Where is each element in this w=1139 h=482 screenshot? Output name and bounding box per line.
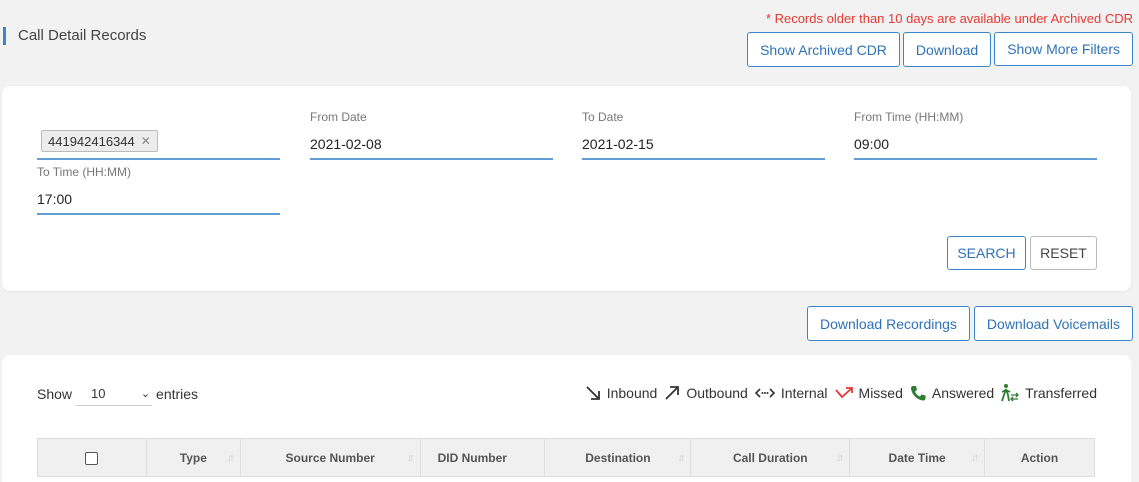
chip-remove-icon[interactable]: ✕: [141, 134, 151, 148]
table-header-row: Type ↓↑ Source Number ↓↑ DID Number Destin…: [37, 438, 1095, 477]
legend-outbound: Outbound: [663, 384, 748, 402]
to-time-field[interactable]: To Time (HH:MM) 17:00: [37, 165, 280, 215]
filter-panel: 441942416344 ✕ From Date 2021-02-08 To D…: [2, 86, 1131, 291]
to-date-value: 2021-02-15: [582, 136, 654, 152]
column-call-duration[interactable]: Call Duration ↓↑: [690, 438, 851, 477]
from-date-field[interactable]: From Date 2021-02-08: [310, 110, 553, 160]
missed-call-icon: [834, 387, 853, 399]
to-time-label: To Time (HH:MM): [37, 165, 131, 179]
entries-label: entries: [156, 386, 199, 402]
sort-icon: ↓↑: [836, 452, 844, 464]
column-action: Action: [984, 438, 1095, 477]
cdr-table: Type ↓↑ Source Number ↓↑ DID Number Destin…: [37, 438, 1095, 477]
phone-number-field[interactable]: 441942416344 ✕: [37, 126, 280, 160]
reset-button[interactable]: RESET: [1030, 236, 1097, 270]
to-date-label: To Date: [582, 110, 624, 124]
call-type-legend: Inbound Outbound Internal Missed Answere…: [584, 383, 1097, 403]
page-title: Call Detail Records: [18, 27, 147, 44]
legend-answered: Answered: [909, 384, 994, 402]
select-all-header: [37, 438, 147, 477]
page-length-control: Show 10 ⌄ entries: [37, 382, 198, 406]
download-button[interactable]: Download: [902, 32, 992, 67]
legend-missed: Missed: [834, 384, 903, 402]
download-recordings-button[interactable]: Download Recordings: [806, 306, 970, 341]
column-did-number[interactable]: DID Number: [419, 438, 546, 477]
from-time-label: From Time (HH:MM): [854, 110, 964, 124]
show-more-filters-button[interactable]: Show More Filters: [994, 32, 1133, 66]
from-date-value: 2021-02-08: [310, 136, 382, 152]
phone-chip: 441942416344 ✕: [41, 130, 158, 152]
legend-transferred: Transferred: [1000, 383, 1097, 403]
show-label: Show: [37, 386, 73, 402]
sort-icon: ↓↑: [677, 452, 685, 464]
search-button[interactable]: SEARCH: [947, 236, 1026, 270]
inbound-arrow-icon: [586, 386, 600, 400]
title-accent: Call Detail Records: [3, 27, 146, 45]
from-time-value: 09:00: [854, 136, 890, 152]
entries-value: 10: [91, 386, 106, 401]
select-all-checkbox[interactable]: [85, 451, 99, 465]
legend-internal: Internal: [754, 384, 828, 402]
sort-icon: ↓↑: [226, 452, 235, 464]
header-actions: Show Archived CDR Download Show More Fil…: [747, 32, 1133, 67]
records-panel: Show 10 ⌄ entries Inbound Outbound Inter…: [2, 355, 1131, 482]
archive-notice: * Records older than 10 days are availab…: [765, 11, 1133, 26]
legend-inbound: Inbound: [584, 384, 657, 402]
column-date-time[interactable]: Date Time ↓↑: [849, 438, 986, 477]
sort-icon: ↓↑: [971, 452, 979, 464]
column-type[interactable]: Type ↓↑: [145, 438, 241, 477]
page-header: Call Detail Records * Records older than…: [0, 0, 1139, 80]
phone-answered-icon: [910, 386, 926, 401]
phone-chip-label: 441942416344: [48, 133, 135, 149]
outbound-arrow-icon: [665, 386, 680, 400]
from-time-field[interactable]: From Time (HH:MM) 09:00: [854, 110, 1097, 160]
to-date-field[interactable]: To Date 2021-02-15: [582, 110, 825, 160]
transfer-person-icon: [1001, 384, 1020, 402]
chevron-down-icon: ⌄: [140, 388, 151, 400]
from-date-label: From Date: [310, 110, 367, 124]
to-time-value: 17:00: [37, 191, 73, 207]
internal-arrow-icon: [754, 388, 775, 398]
column-destination[interactable]: Destination ↓↑: [544, 438, 692, 477]
sort-icon: ↓↑: [406, 452, 415, 464]
entries-select[interactable]: 10 ⌄: [76, 382, 153, 406]
show-archived-cdr-button[interactable]: Show Archived CDR: [747, 32, 900, 67]
download-voicemails-button[interactable]: Download Voicemails: [973, 306, 1133, 341]
download-actions: Download Recordings Download Voicemails: [806, 306, 1133, 341]
column-source-number[interactable]: Source Number ↓↑: [239, 438, 421, 477]
